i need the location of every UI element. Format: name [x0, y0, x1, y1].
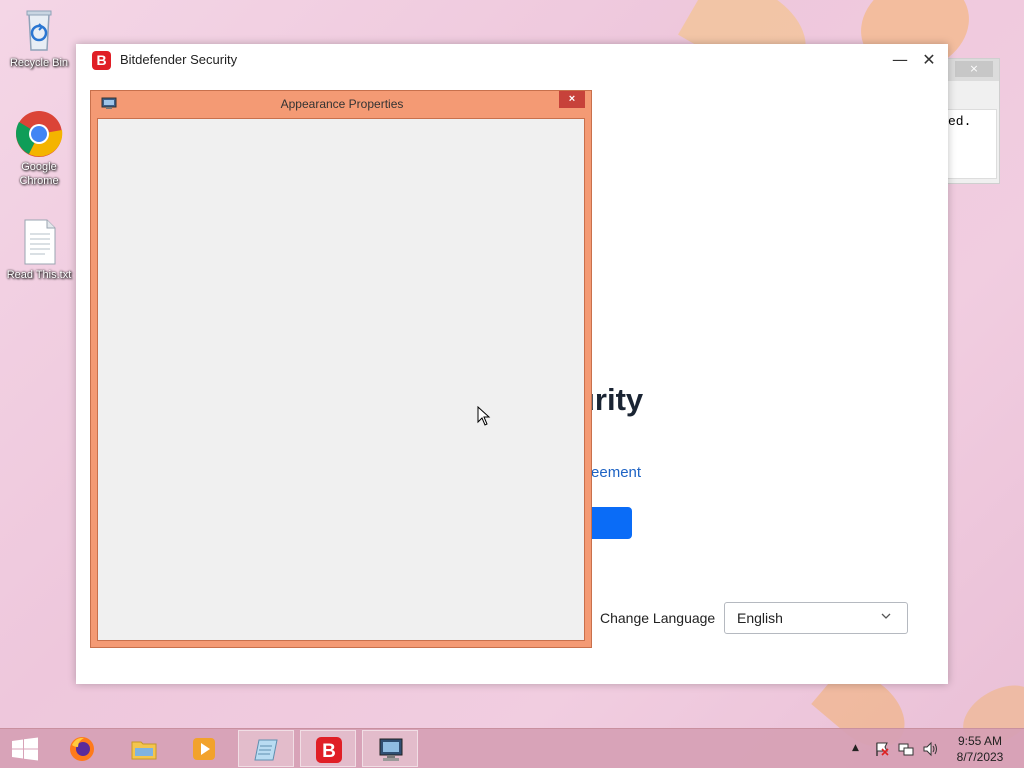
- desktop-icon-google-chrome[interactable]: Google Chrome: [4, 110, 74, 188]
- desktop-icon-recycle-bin[interactable]: Recycle Bin: [4, 6, 74, 70]
- network-icon[interactable]: [898, 741, 914, 757]
- bitdefender-titlebar[interactable]: B Bitdefender Security — ✕: [76, 44, 948, 76]
- firefox-icon: [70, 737, 94, 761]
- taskbar-notepad[interactable]: [238, 730, 294, 767]
- folder-icon: [131, 741, 157, 760]
- clock-time: 9:55 AM: [957, 734, 1003, 748]
- notepad-icon: [254, 739, 278, 761]
- clock-date: 8/7/2023: [956, 750, 1004, 764]
- start-button[interactable]: [4, 729, 46, 768]
- svg-text:B: B: [322, 741, 336, 762]
- action-center-flag-icon[interactable]: [874, 741, 890, 757]
- desktop-icon-read-this[interactable]: Read This.txt: [4, 218, 74, 282]
- chevron-down-icon: [881, 613, 891, 619]
- appearance-properties-client-area: [97, 118, 585, 641]
- taskbar-appearance-properties[interactable]: [362, 730, 418, 767]
- desktop-icon-label: Read This.txt: [6, 269, 72, 281]
- background-window-close-button[interactable]: ×: [955, 61, 993, 77]
- bitdefender-icon: B: [316, 737, 342, 763]
- taskbar-media-player[interactable]: [176, 730, 232, 767]
- volume-icon[interactable]: [922, 741, 938, 757]
- change-language-label: Change Language: [600, 610, 716, 626]
- appearance-properties-close-button[interactable]: ×: [559, 91, 585, 108]
- display-properties-icon: [379, 738, 403, 761]
- recycle-bin-icon: [15, 6, 63, 54]
- language-select-value: English: [737, 610, 783, 626]
- language-select[interactable]: English: [724, 602, 908, 634]
- bitdefender-logo-icon: B: [92, 51, 111, 70]
- desktop-icon-label: Recycle Bin: [9, 57, 69, 69]
- text-file-icon: [15, 218, 63, 266]
- close-button[interactable]: ✕: [915, 48, 943, 72]
- desktop-icon-label: Google Chrome: [19, 161, 59, 187]
- appearance-properties-title: Appearance Properties: [280, 97, 404, 111]
- minimize-button[interactable]: —: [886, 48, 914, 72]
- taskbar-clock[interactable]: 9:55 AM 8/7/2023: [944, 733, 1016, 765]
- taskbar-bitdefender[interactable]: B: [300, 730, 356, 767]
- appearance-properties-window[interactable]: Appearance Properties ×: [90, 90, 592, 648]
- chrome-icon: [15, 110, 63, 158]
- windows-logo-icon: [12, 737, 38, 761]
- window-title: Bitdefender Security: [120, 52, 238, 67]
- media-player-icon: [193, 738, 215, 760]
- taskbar: B ▲ 9:55 AM 8/7/2023: [0, 728, 1024, 768]
- taskbar-firefox[interactable]: [54, 730, 110, 767]
- taskbar-file-explorer[interactable]: [116, 730, 172, 767]
- mouse-cursor-icon: [477, 406, 491, 426]
- show-hidden-icons-button[interactable]: ▲: [852, 743, 859, 753]
- desktop: Recycle Bin Google Chrome Read This.txt …: [0, 0, 1024, 768]
- background-window-text: ed.: [948, 114, 972, 129]
